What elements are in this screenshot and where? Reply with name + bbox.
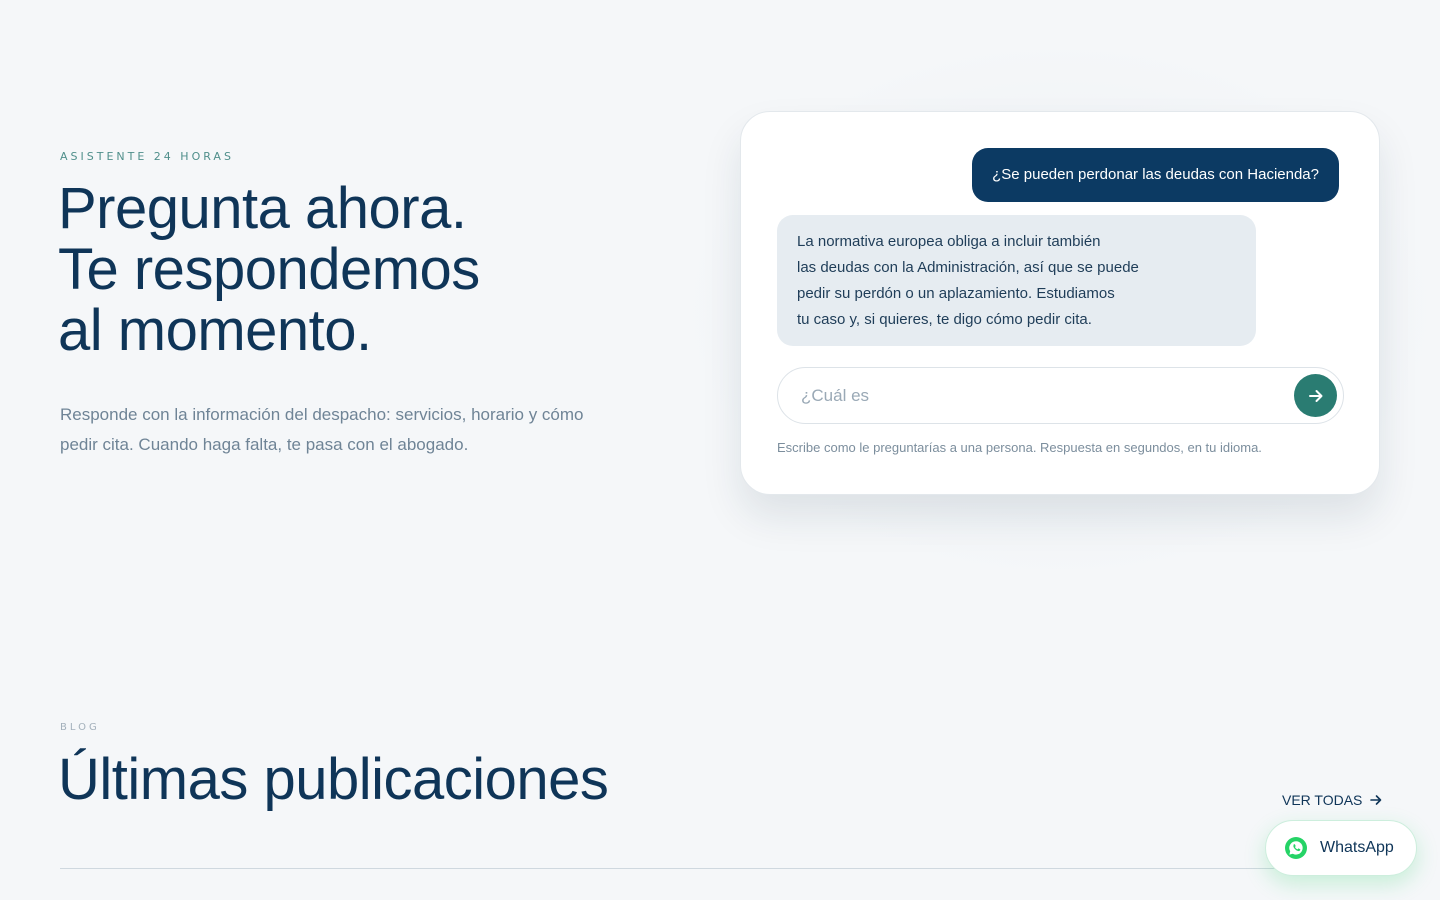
assistant-title-line: Te respondemos — [58, 237, 480, 302]
assistant-title-line: Pregunta ahora. — [58, 176, 467, 241]
section-divider — [60, 868, 1380, 869]
arrow-right-icon — [1369, 793, 1383, 807]
assistant-eyebrow: ASISTENTE 24 HORAS — [60, 150, 234, 163]
bot-message-line: las deudas con la Administración, así qu… — [797, 259, 1139, 276]
bot-message-bubble: La normativa europea obliga a incluir ta… — [777, 215, 1256, 346]
whatsapp-button[interactable]: WhatsApp — [1265, 820, 1417, 876]
assistant-description: Responde con la información del despacho… — [60, 400, 660, 460]
chat-widget: ¿Se pueden perdonar las deudas con Hacie… — [740, 111, 1380, 495]
assistant-description-line: pedir cita. Cuando haga falta, te pasa c… — [60, 435, 469, 454]
blog-title: Últimas publicaciones — [58, 747, 609, 812]
chat-input-container — [777, 367, 1344, 424]
bot-message-line: tu caso y, si quieres, te digo cómo pedi… — [797, 311, 1092, 328]
send-button[interactable] — [1294, 374, 1337, 417]
whatsapp-label: WhatsApp — [1320, 839, 1394, 856]
assistant-title: Pregunta ahora. Te respondemos al moment… — [58, 178, 480, 361]
page: ASISTENTE 24 HORAS Pregunta ahora. Te re… — [0, 0, 1440, 900]
assistant-title-line: al momento. — [58, 298, 372, 363]
arrow-right-icon — [1307, 387, 1325, 405]
whatsapp-icon — [1284, 836, 1308, 860]
bot-message-line: pedir su perdón o un aplazamiento. Estud… — [797, 285, 1115, 302]
chat-input[interactable] — [801, 382, 1281, 410]
user-message-bubble: ¿Se pueden perdonar las deudas con Hacie… — [972, 148, 1339, 202]
assistant-description-line: Responde con la información del despacho… — [60, 405, 584, 424]
see-all-label: VER TODAS — [1282, 792, 1363, 808]
chat-hint: Escribe como le preguntarías a una perso… — [777, 440, 1262, 455]
blog-eyebrow: BLOG — [60, 722, 100, 733]
see-all-link[interactable]: VER TODAS — [1282, 792, 1383, 808]
bot-message-line: La normativa europea obliga a incluir ta… — [797, 233, 1101, 250]
